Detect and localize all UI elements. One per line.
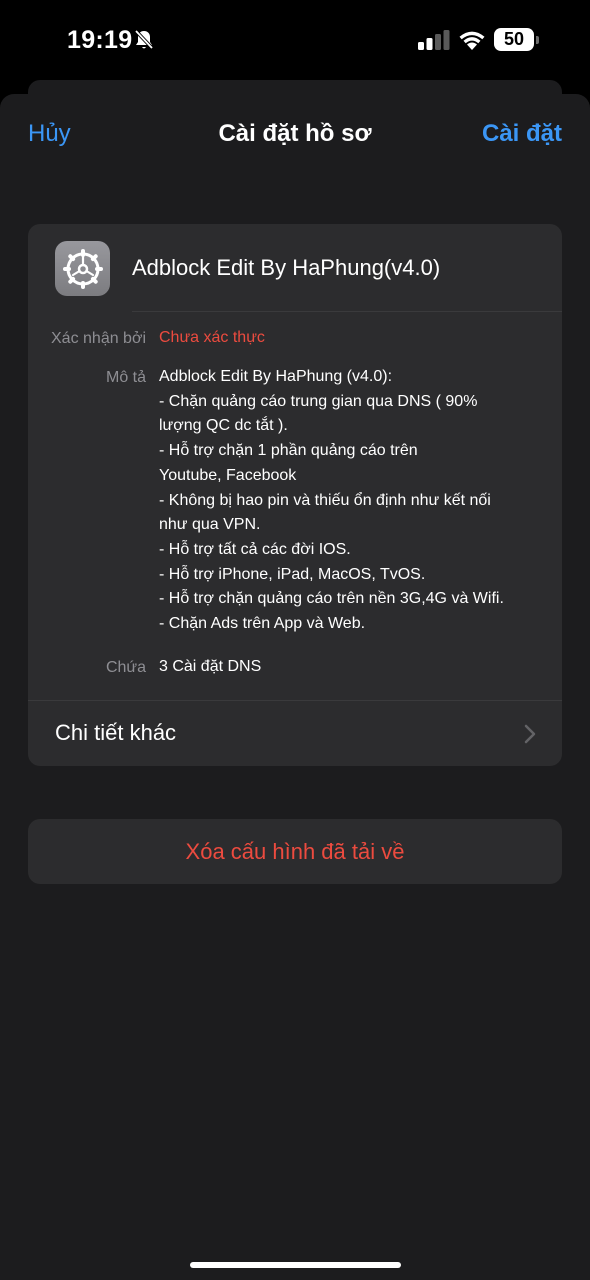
wifi-icon <box>459 31 485 50</box>
home-indicator[interactable] <box>190 1262 401 1268</box>
more-details-row[interactable]: Chi tiết khác <box>28 701 562 766</box>
description-line: - Chặn Ads trên App và Web. <box>159 615 366 633</box>
status-time: 19:19 <box>67 26 133 54</box>
cellular-signal-icon <box>418 30 450 50</box>
contains-value: 3 Cài đặt DNS <box>159 658 262 675</box>
battery-level: 50 <box>494 28 534 51</box>
verified-by-label: Xác nhận bởi <box>51 330 146 347</box>
status-bar: 19:19 50 <box>0 0 590 80</box>
settings-gear-icon <box>55 241 110 296</box>
description-line: - Chặn quảng cáo trung gian qua DNS ( 90… <box>159 392 478 410</box>
divider <box>132 311 562 312</box>
description-line: lượng QC dc tắt ). <box>159 417 288 435</box>
description-line: Adblock Edit By HaPhung (v4.0): <box>159 368 393 385</box>
description-line: như qua VPN. <box>159 516 261 534</box>
install-button[interactable]: Cài đặt <box>482 120 562 148</box>
more-details-label: Chi tiết khác <box>55 720 177 745</box>
battery-icon: 50 <box>494 28 540 51</box>
profile-name: Adblock Edit By HaPhung(v4.0) <box>132 255 441 280</box>
description-line: - Hỗ trợ chặn 1 phần quảng cáo trên <box>159 442 418 460</box>
profile-card: Adblock Edit By HaPhung(v4.0) Xác nhận b… <box>28 224 562 766</box>
contains-label: Chứa <box>105 659 146 676</box>
chevron-right-icon <box>524 724 536 744</box>
description-line: - Hỗ trợ iPhone, iPad, MacOS, TvOS. <box>159 565 426 583</box>
verified-by-value: Chưa xác thực <box>159 329 265 346</box>
description-line: - Hỗ trợ tất cả các đời IOS. <box>159 540 351 558</box>
description-value: Adblock Edit By HaPhung (v4.0): - Chặn q… <box>159 365 554 637</box>
description-label: Mô tả <box>105 369 146 386</box>
bell-slash-icon <box>134 29 154 50</box>
description-line: - Hỗ trợ chặn quảng cáo trên nền 3G,4G v… <box>159 590 504 608</box>
remove-downloaded-profile-button[interactable]: Xóa cấu hình đã tải về <box>28 819 562 884</box>
description-line: - Không bị hao pin và thiếu ổn định như … <box>159 491 491 509</box>
cancel-button[interactable]: Hủy <box>28 120 71 148</box>
description-line: Youtube, Facebook <box>159 466 297 484</box>
